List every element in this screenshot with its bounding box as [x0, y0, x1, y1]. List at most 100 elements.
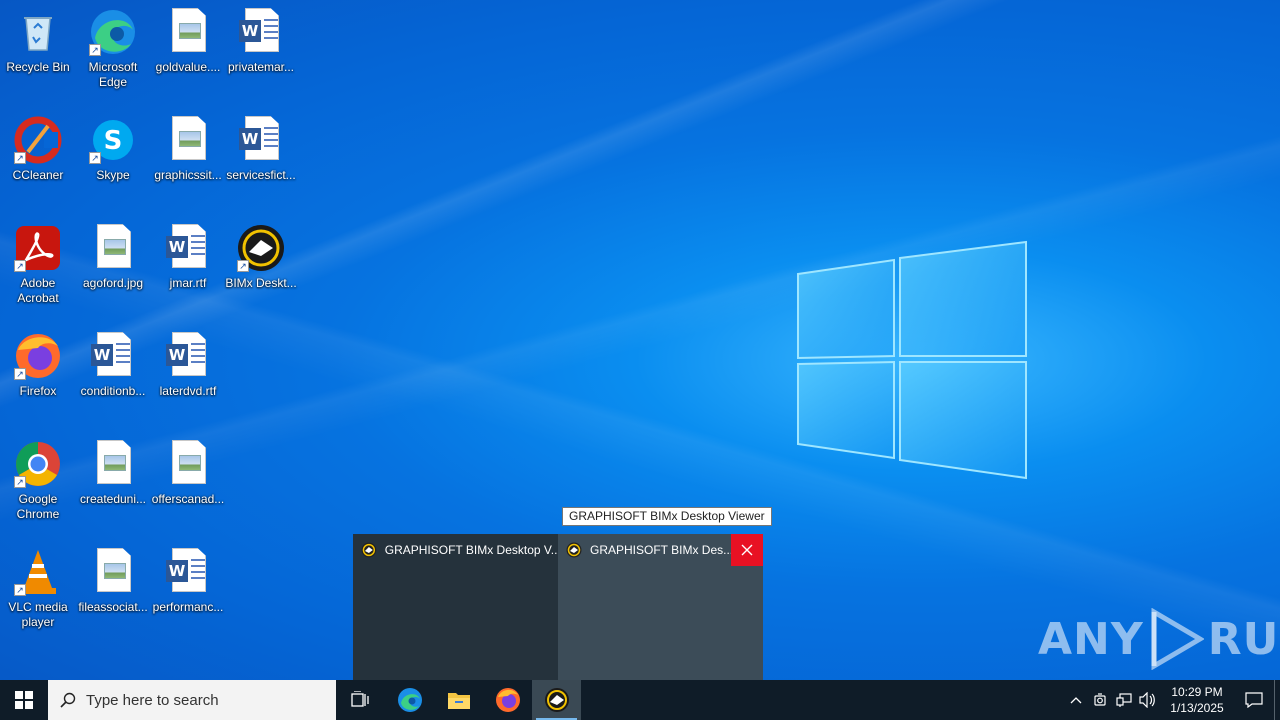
system-tray: 10:29 PM 1/13/2025: [1064, 680, 1280, 720]
desktop-icon[interactable]: Wprivatemar...: [223, 0, 299, 100]
desktop-icon[interactable]: offerscanad...: [150, 432, 226, 532]
task-view-icon: [350, 691, 369, 707]
desktop-icon-label: fileassociat...: [78, 600, 148, 614]
word-doc-icon: W: [237, 8, 285, 56]
taskbar: Type here to search 10:29 PM 1/13/2025: [0, 680, 1280, 720]
chrome-icon: ↗: [14, 440, 62, 488]
desktop-icon[interactable]: Wlaterdvd.rtf: [150, 324, 226, 424]
desktop-icon-label: CCleaner: [12, 168, 64, 182]
desktop-icon-label: graphicssit...: [154, 168, 222, 182]
desktop-icon[interactable]: fileassociat...: [75, 540, 151, 640]
image-file-icon: [164, 116, 212, 164]
edge-icon: [397, 688, 422, 712]
desktop-icon-label: Adobe Acrobat: [17, 276, 59, 305]
skype-icon: S ↗: [89, 116, 137, 164]
bimx-icon: [361, 542, 377, 558]
window-thumbnail-1[interactable]: GRAPHISOFT BIMx Desktop V...: [353, 534, 558, 680]
desktop-icon[interactable]: Recycle Bin: [0, 0, 76, 100]
firefox-icon: ↗: [14, 332, 62, 380]
desktop-icon-label: BIMx Deskt...: [225, 276, 297, 290]
desktop-icon-label: VLC media player: [8, 600, 68, 629]
desktop-icon-label: Microsoft Edge: [88, 60, 138, 89]
close-icon: [741, 544, 753, 556]
window-thumbnail-2[interactable]: GRAPHISOFT BIMx Des...: [558, 534, 763, 680]
show-hidden-icons-button[interactable]: [1064, 680, 1088, 720]
tray-volume-button[interactable]: [1136, 680, 1160, 720]
acrobat-icon: ↗: [14, 224, 62, 272]
camera-icon: [1094, 693, 1106, 706]
taskbar-clock[interactable]: 10:29 PM 1/13/2025: [1160, 684, 1234, 716]
desktop-icon-label: createduni...: [79, 492, 147, 506]
shortcut-arrow-icon: ↗: [237, 260, 249, 272]
desktop-icon[interactable]: graphicssit...: [150, 108, 226, 208]
shortcut-arrow-icon: ↗: [89, 44, 101, 56]
desktop-icon[interactable]: ↗ Firefox: [0, 324, 76, 424]
desktop-icon-label: offerscanad...: [151, 492, 225, 506]
desktop-icon[interactable]: Wjmar.rtf: [150, 216, 226, 316]
desktop-icon[interactable]: createduni...: [75, 432, 151, 532]
shortcut-arrow-icon: ↗: [14, 152, 26, 164]
recycle-bin-icon: [14, 8, 62, 56]
word-doc-icon: W: [164, 548, 212, 596]
anyrun-watermark: ANY RUN: [1038, 608, 1280, 670]
windows-wallpaper-logo: [797, 240, 1027, 480]
firefox-icon: [495, 688, 520, 712]
desktop-icon[interactable]: agoford.jpg: [75, 216, 151, 316]
ccleaner-icon: ↗: [14, 116, 62, 164]
search-icon: [60, 692, 76, 708]
taskbar-firefox-button[interactable]: [483, 680, 532, 720]
desktop-icon-label: jmar.rtf: [169, 276, 207, 290]
thumbnail-title: GRAPHISOFT BIMx Des...: [590, 543, 734, 557]
task-view-button[interactable]: [336, 680, 385, 720]
bimx-icon: ↗: [237, 224, 285, 272]
clock-time: 10:29 PM: [1171, 685, 1223, 699]
desktop-icon-label: privatemar...: [227, 60, 295, 74]
word-doc-icon: W: [164, 332, 212, 380]
tray-network-button[interactable]: [1112, 680, 1136, 720]
taskbar-bimx-button[interactable]: [532, 680, 581, 720]
desktop-icon[interactable]: ↗ VLC media player: [0, 540, 76, 640]
tray-meet-button[interactable]: [1088, 680, 1112, 720]
shortcut-arrow-icon: ↗: [14, 584, 26, 596]
svg-text:S: S: [104, 126, 123, 156]
desktop-icon-label: Recycle Bin: [6, 60, 70, 74]
chevron-up-icon: [1070, 697, 1082, 704]
desktop-icon[interactable]: S ↗ Skype: [75, 108, 151, 208]
desktop-icon[interactable]: ↗ CCleaner: [0, 108, 76, 208]
start-button[interactable]: [0, 680, 48, 720]
desktop-icon-label: laterdvd.rtf: [159, 384, 217, 398]
desktop-icon[interactable]: Wconditionb...: [75, 324, 151, 424]
desktop-icon[interactable]: goldvalue....: [150, 0, 226, 100]
shortcut-arrow-icon: ↗: [14, 260, 26, 272]
desktop-icon-label: Firefox: [19, 384, 57, 398]
search-placeholder: Type here to search: [86, 691, 219, 709]
taskbar-edge-button[interactable]: [385, 680, 434, 720]
taskbar-search-box[interactable]: Type here to search: [48, 680, 336, 720]
desktop-icon-label: Skype: [96, 168, 130, 182]
desktop-icon[interactable]: ↗ BIMx Deskt...: [223, 216, 299, 316]
thumbnail-title: GRAPHISOFT BIMx Desktop V...: [384, 543, 558, 557]
taskbar-thumbnail-popup: GRAPHISOFT BIMx Desktop V... GRAPHISOFT …: [353, 534, 763, 680]
word-doc-icon: W: [237, 116, 285, 164]
shortcut-arrow-icon: ↗: [14, 476, 26, 488]
taskbar-file-explorer-button[interactable]: [434, 680, 483, 720]
taskbar-tooltip: GRAPHISOFT BIMx Desktop Viewer: [562, 507, 772, 526]
clock-date: 1/13/2025: [1170, 701, 1224, 715]
desktop-icon[interactable]: Wservicesfict...: [223, 108, 299, 208]
close-thumbnail-button[interactable]: [731, 534, 763, 566]
shortcut-arrow-icon: ↗: [89, 152, 101, 164]
edge-icon: ↗: [89, 8, 137, 56]
action-center-button[interactable]: [1234, 680, 1274, 720]
desktop-icon[interactable]: ↗ Microsoft Edge: [75, 0, 151, 100]
image-file-icon: [89, 440, 137, 488]
desktop-icon-label: Google Chrome: [16, 492, 60, 521]
shortcut-arrow-icon: ↗: [14, 368, 26, 380]
desktop-icon-label: agoford.jpg: [82, 276, 144, 290]
image-file-icon: [164, 8, 212, 56]
desktop-icon[interactable]: Wperformanc...: [150, 540, 226, 640]
desktop-icon[interactable]: ↗ Google Chrome: [0, 432, 76, 532]
desktop-icon[interactable]: ↗ Adobe Acrobat: [0, 216, 76, 316]
show-desktop-button[interactable]: [1274, 680, 1280, 720]
file-explorer-icon: [447, 693, 470, 709]
image-file-icon: [89, 224, 137, 272]
